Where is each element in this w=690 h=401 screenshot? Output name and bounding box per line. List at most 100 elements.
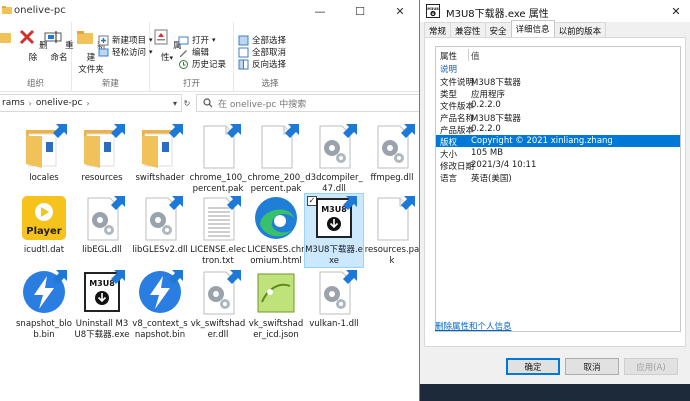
file-item[interactable]: ✓ M3U8 M3U8下载器.exe <box>304 193 364 268</box>
text-file-icon <box>203 196 241 241</box>
ribbon-group-new: 新建 文件夹 新建项目 ▾ 轻松访问 ▾ 新建 <box>72 22 153 92</box>
property-row[interactable]: 修改日期 2021/3/4 10:11 <box>436 159 680 172</box>
file-item[interactable]: resources <box>73 122 131 184</box>
file-icon-wrap <box>252 194 300 242</box>
property-row[interactable]: 产品名称 M3U8下载器 <box>436 111 680 124</box>
file-item[interactable]: d3dcompiler_47.dll <box>305 122 363 195</box>
file-item[interactable]: v8_context_snapshot.bin <box>131 268 189 341</box>
property-row[interactable]: 版权 Copyright © 2021 xinliang.zhang <box>436 135 680 148</box>
file-item[interactable]: libGLESv2.dll <box>131 194 189 256</box>
edit-button[interactable]: 编辑 <box>178 46 209 58</box>
property-row[interactable]: 文件说明 M3U8下载器 <box>436 75 680 88</box>
file-item[interactable]: vk_swiftshader_icd.json <box>247 268 305 341</box>
svg-text:Player: Player <box>26 226 61 237</box>
dialog-tabs: 常规 兼容性 安全 详细信息 以前的版本 <box>424 20 607 38</box>
property-row[interactable]: 语言 英语(美国) <box>436 171 680 184</box>
file-name: locales <box>29 173 59 183</box>
file-item[interactable]: vulkan-1.dll <box>305 268 363 330</box>
select-all-button[interactable]: 全部选择 <box>238 34 286 46</box>
file-item[interactable]: LICENSES.chromium.html <box>247 194 305 267</box>
column-divider[interactable] <box>468 49 469 61</box>
open-label: 打开 <box>192 36 210 46</box>
tab-4[interactable]: 以前的版本 <box>553 22 607 37</box>
rename-button[interactable]: 重命名 <box>42 28 76 63</box>
property-key: 属性 <box>440 52 458 62</box>
folder-move-icon <box>0 33 11 43</box>
easy-access-icon <box>98 48 109 56</box>
file-item[interactable]: LICENSE.electron.txt <box>189 194 247 267</box>
document-icon <box>261 124 299 169</box>
explorer-window: onelive-pc — ☐ ✕ 删除 重命名 组织 新建 文件夹 新建项目 ▾… <box>0 0 420 401</box>
breadcrumb-chevron-icon: › <box>86 98 90 108</box>
property-row[interactable]: 文件版本 0.2.2.0 <box>436 99 680 112</box>
invert-selection-button[interactable]: 反向选择 <box>238 58 286 70</box>
breadcrumb-chevron-icon: › <box>28 98 32 108</box>
maximize-button[interactable]: ☐ <box>340 0 380 22</box>
search-box[interactable]: 在 onelive-pc 中搜索 <box>196 94 420 112</box>
address-bar[interactable]: rams › onelive-pc › <box>0 94 182 112</box>
tab-0[interactable]: 常规 <box>424 22 452 37</box>
breadcrumb-item-1[interactable]: rams <box>2 98 25 108</box>
property-value: 0.2.2.0 <box>471 100 501 110</box>
tab-panel-details: 属性 值说明 文件说明 M3U8下载器 类型 应用程序 文件版本 0.2.2.0 产品名称 M3U… <box>424 37 686 347</box>
tab-3[interactable]: 详细信息 <box>510 20 555 37</box>
new-item-button[interactable]: 新建项目 ▾ <box>98 34 153 46</box>
select-all-label: 全部选择 <box>252 36 287 46</box>
property-key: 说明 <box>440 65 458 75</box>
select-none-button[interactable]: 全部取消 <box>238 46 286 58</box>
file-item[interactable]: ffmpeg.dll <box>363 122 421 184</box>
property-row[interactable]: 类型 应用程序 <box>436 87 680 100</box>
file-item[interactable]: Player icudtl.dat <box>15 194 73 256</box>
file-item[interactable]: vk_swiftshader.dll <box>189 268 247 341</box>
delete-x-icon <box>20 29 35 45</box>
apply-button[interactable]: 应用(A) <box>624 358 678 375</box>
property-list[interactable]: 属性 值说明 文件说明 M3U8下载器 类型 应用程序 文件版本 0.2.2.0 产品名称 M3U… <box>435 46 681 332</box>
document-icon <box>377 196 415 241</box>
select-none-icon <box>238 47 249 57</box>
file-item[interactable]: resources.pak <box>363 194 421 267</box>
file-item[interactable]: chrome_200_percent.pak <box>247 122 305 195</box>
file-item[interactable]: snapshot_blob.bin <box>15 268 73 341</box>
file-item[interactable]: locales <box>15 122 73 184</box>
edge-browser-icon <box>255 197 297 239</box>
file-item[interactable]: M3U8 Uninstall M3U8下载器.exe <box>73 268 131 341</box>
ribbon: 删除 重命名 组织 新建 文件夹 新建项目 ▾ 轻松访问 ▾ 新建 属性▾ 打开… <box>0 22 420 92</box>
minimize-button[interactable]: — <box>300 0 340 22</box>
dialog-close-button[interactable]: ✕ <box>661 0 690 22</box>
m3u8-app-icon: M3U8 <box>84 270 125 312</box>
select-all-icon <box>238 35 249 45</box>
properties-icon <box>154 29 168 45</box>
ok-button[interactable]: 确定 <box>506 358 560 375</box>
cancel-button[interactable]: 取消 <box>565 358 619 375</box>
property-row[interactable]: 大小 105 MB <box>436 147 680 160</box>
file-item[interactable]: chrome_100_percent.pak <box>189 122 247 195</box>
close-button[interactable]: ✕ <box>380 0 420 22</box>
dialog-title: M3U8下载器.exe 属性 <box>446 9 549 20</box>
property-section[interactable]: 说明 <box>436 62 680 75</box>
breadcrumb-item-2[interactable]: onelive-pc <box>36 98 83 108</box>
file-name: LICENSE.electron.txt <box>190 245 246 266</box>
easy-access-button[interactable]: 轻松访问 ▾ <box>98 46 153 58</box>
property-key: 语言 <box>440 174 458 184</box>
file-icon-wrap <box>252 268 300 316</box>
file-name: chrome_200_percent.pak <box>247 173 305 194</box>
file-item[interactable]: libEGL.dll <box>73 194 131 256</box>
open-button[interactable]: 打开 ▾ <box>178 34 216 46</box>
property-list-header[interactable]: 属性 值 <box>436 49 680 62</box>
property-row[interactable]: 产品版本 0.2.2.0 <box>436 123 680 136</box>
property-value: Copyright © 2021 xinliang.zhang <box>471 136 613 146</box>
property-value: 值 <box>471 52 480 62</box>
select-none-label: 全部取消 <box>252 48 287 58</box>
file-name: icudtl.dat <box>23 245 65 255</box>
file-item[interactable]: swiftshader <box>131 122 189 184</box>
refresh-icon[interactable]: ↻ <box>180 94 194 112</box>
tab-2[interactable]: 安全 <box>484 22 512 37</box>
file-icon-wrap <box>136 194 184 242</box>
svg-text:M3U8: M3U8 <box>427 7 439 11</box>
easy-access-label: 轻松访问 <box>112 48 147 58</box>
tab-1[interactable]: 兼容性 <box>450 22 486 37</box>
file-name: vk_swiftshader_icd.json <box>248 319 304 340</box>
history-button[interactable]: 历史记录 <box>178 58 226 70</box>
dll-gear-icon <box>319 124 357 169</box>
remove-properties-link[interactable]: 删除属性和个人信息 <box>435 320 512 332</box>
